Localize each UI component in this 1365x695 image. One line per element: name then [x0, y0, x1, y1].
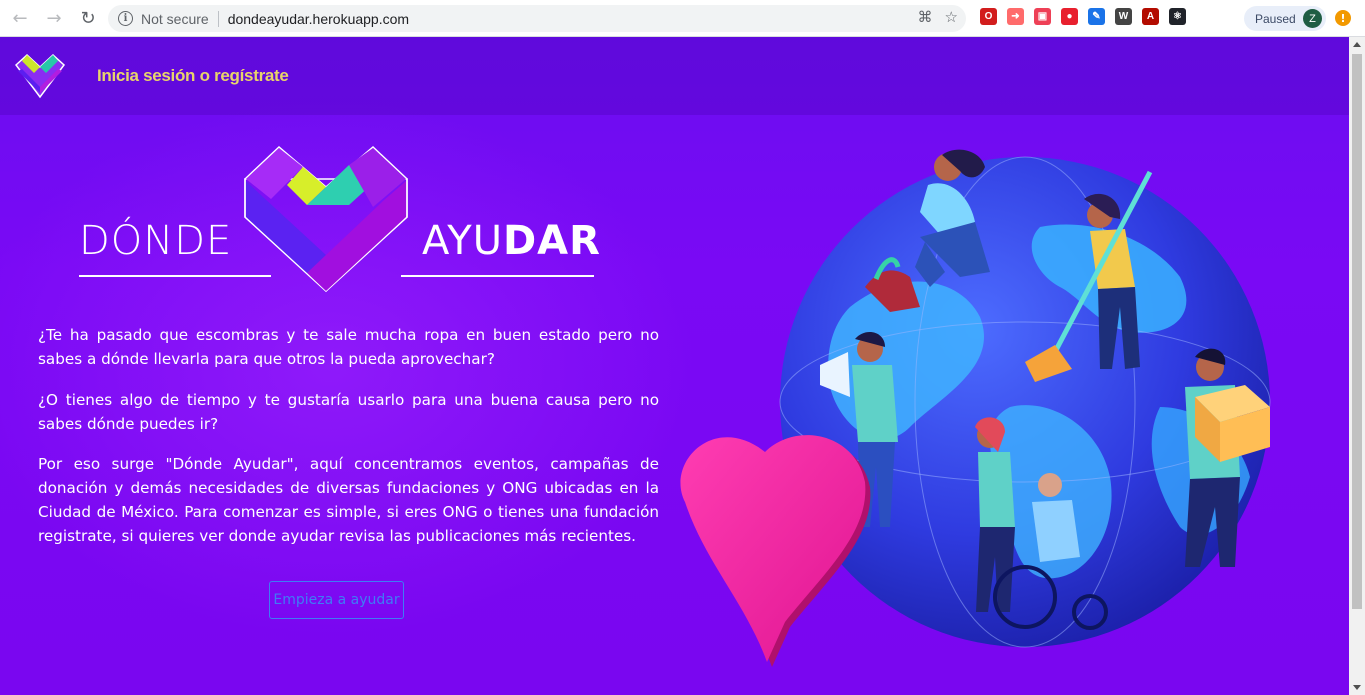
url-text[interactable]: dondeayudar.herokuapp.com [228, 11, 409, 27]
bookmark-star-icon[interactable]: ☆ [945, 8, 958, 26]
extensions-bar: O ➜ ▣ ● ✎ W A ⚛ [980, 8, 1186, 25]
brand-word-right-light: AYU [422, 218, 503, 264]
arrow-right-icon[interactable]: → [40, 4, 68, 32]
heart-brand-icon [244, 145, 408, 292]
info-icon[interactable]: i [118, 11, 133, 26]
eyedropper-extension-icon[interactable]: ✎ [1088, 8, 1105, 25]
adblock-extension-icon[interactable]: ● [1061, 8, 1078, 25]
avatar: Z [1303, 9, 1322, 28]
profile-status: Paused [1255, 11, 1296, 26]
omnibox-divider [217, 10, 219, 27]
pocket-extension-icon[interactable]: ▣ [1034, 8, 1051, 25]
address-bar[interactable]: i Not secure dondeayudar.herokuapp.com ⌘… [108, 5, 966, 32]
w-extension-icon[interactable]: W [1115, 8, 1132, 25]
translate-icon[interactable]: ⌘ [918, 8, 933, 26]
brand-underline-right [401, 275, 594, 277]
intro-paragraph-3: Por eso surge "Dónde Ayudar", aquí conce… [38, 455, 659, 545]
intro-paragraph-1: ¿Te ha pasado que escombras y te sale mu… [38, 326, 659, 368]
security-label: Not secure [141, 10, 209, 27]
scroll-down-arrow-icon[interactable] [1353, 685, 1361, 690]
brand-word-right: AYUDAR [422, 218, 601, 264]
arrow-extension-icon[interactable]: ➜ [1007, 8, 1024, 25]
scroll-up-arrow-icon[interactable] [1353, 42, 1361, 47]
start-helping-button[interactable]: Empieza a ayudar [269, 581, 404, 619]
pink-heart-icon [680, 435, 871, 667]
react-extension-icon[interactable]: ⚛ [1169, 8, 1186, 25]
brand-word-left: DÓNDE [79, 218, 233, 264]
opera-extension-icon[interactable]: O [980, 8, 997, 25]
scrollbar[interactable] [1349, 37, 1365, 695]
update-alert-icon[interactable]: ! [1335, 10, 1351, 26]
page: Inicia sesión o regístrate DÓNDE AYUDAR … [0, 37, 1349, 695]
scroll-thumb[interactable] [1352, 54, 1362, 609]
brand-word-right-bold: DAR [502, 218, 601, 264]
pdf-extension-icon[interactable]: A [1142, 8, 1159, 25]
login-link[interactable]: Inicia sesión o regístrate [97, 66, 289, 86]
reload-icon[interactable]: ↻ [74, 4, 102, 32]
heart-logo-icon[interactable] [14, 53, 66, 99]
arrow-left-icon[interactable]: ← [6, 4, 34, 32]
browser-toolbar: ← → ↻ i Not secure dondeayudar.herokuapp… [0, 0, 1365, 37]
profile-button[interactable]: Paused Z [1244, 6, 1326, 31]
intro-paragraph-2: ¿O tienes algo de tiempo y te gustaría u… [38, 391, 659, 433]
volunteers-globe-illustration [680, 149, 1271, 667]
